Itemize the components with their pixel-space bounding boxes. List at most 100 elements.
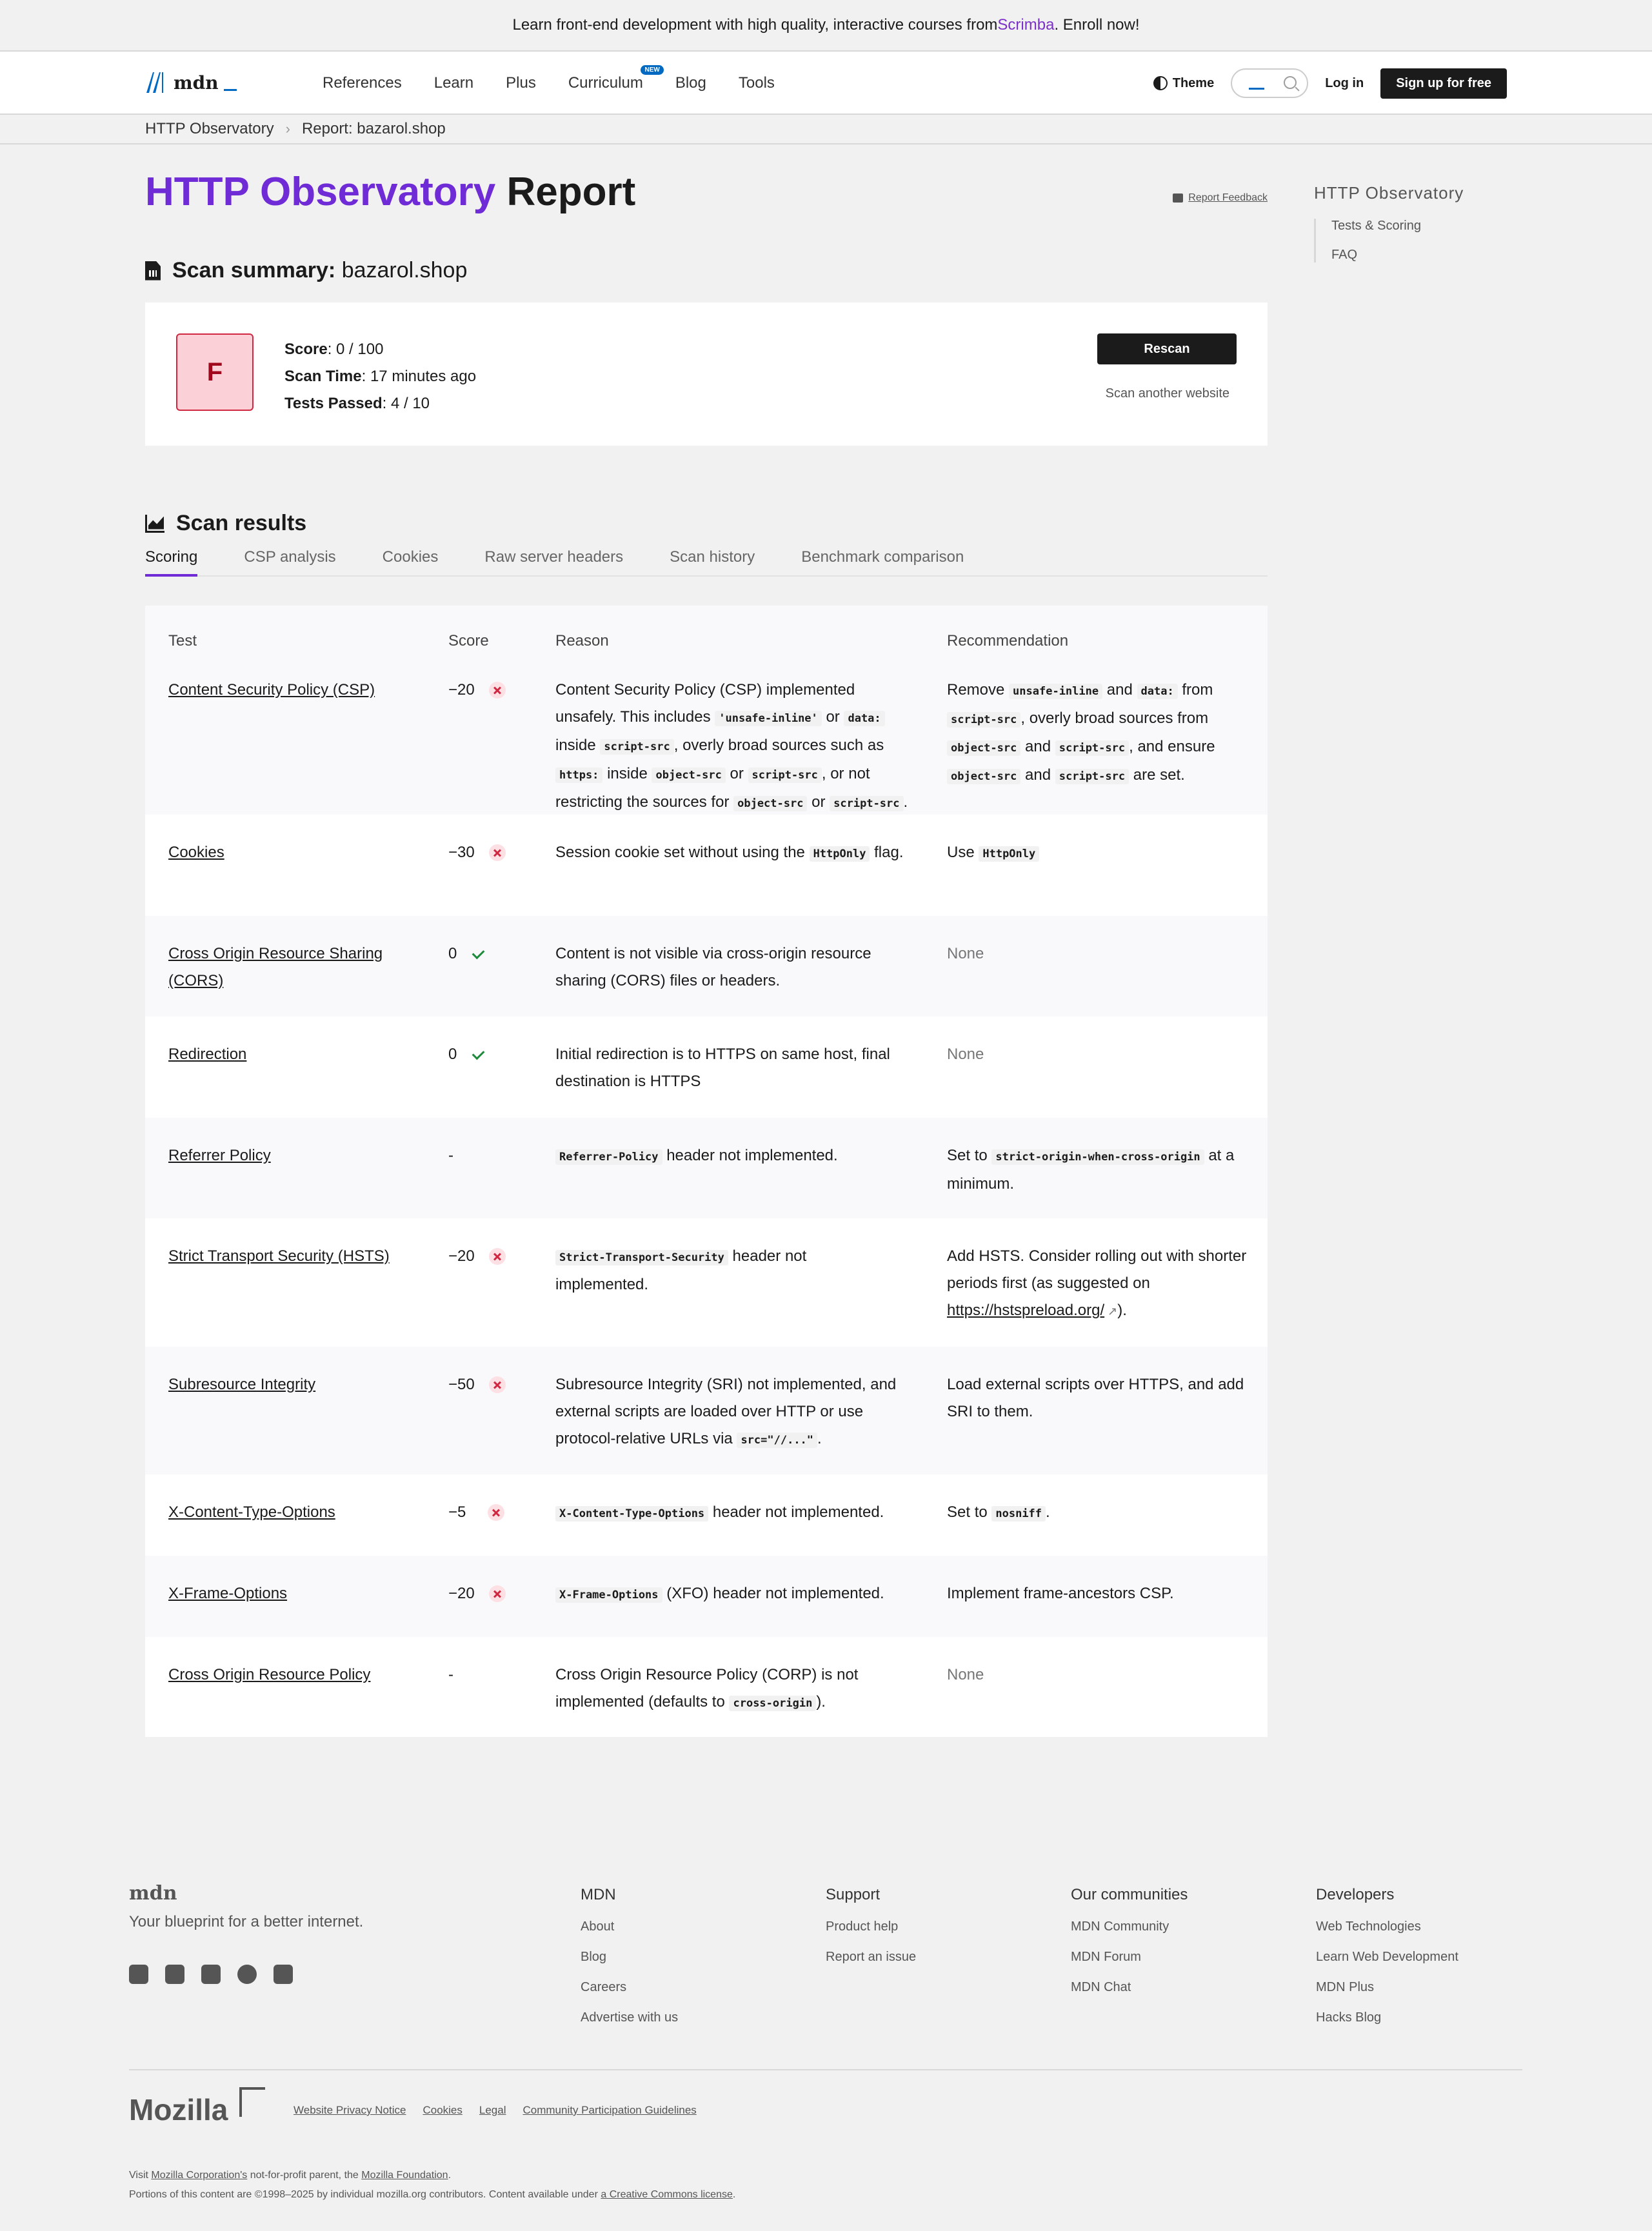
scan-results-heading: Scan results (145, 511, 306, 536)
promo-banner[interactable]: Learn front-end development with high qu… (0, 0, 1652, 52)
theme-button[interactable]: Theme (1153, 76, 1214, 91)
test-link-sri[interactable]: Subresource Integrity (168, 1376, 315, 1393)
score-value: −20 (448, 1585, 475, 1602)
tab-benchmark-comparison[interactable]: Benchmark comparison (801, 548, 964, 577)
menu-curriculum[interactable]: Curriculum NEW (568, 65, 664, 92)
reason-text: , overly broad sources such as (673, 737, 884, 754)
test-link-cookies[interactable]: Cookies (168, 844, 224, 861)
menu-plus[interactable]: Plus (506, 74, 536, 92)
mastodon-icon[interactable] (165, 1965, 184, 1984)
breadcrumb-observatory[interactable]: HTTP Observatory (145, 120, 274, 138)
x-icon[interactable] (201, 1965, 221, 1984)
recommendation-cell: Add HSTS. Consider rolling out with shor… (947, 1243, 1250, 1325)
test-link-x-content-type-options[interactable]: X-Content-Type-Options (168, 1503, 335, 1521)
score-value: 0 (448, 1046, 457, 1063)
banner-brand-link[interactable]: Scrimba (997, 16, 1054, 34)
footer-link[interactable]: Careers (581, 1980, 678, 1995)
footer-link[interactable]: MDN Chat (1071, 1980, 1188, 1995)
legal-link-privacy[interactable]: Website Privacy Notice (294, 2104, 406, 2117)
feedback-icon (1173, 193, 1184, 203)
mdn-logo[interactable]: mdn (145, 71, 237, 94)
legal-link-cookies[interactable]: Cookies (423, 2104, 462, 2117)
tab-scan-history[interactable]: Scan history (670, 548, 755, 577)
logo-text: mdn (174, 72, 219, 94)
test-link-corp[interactable]: Cross Origin Resource Policy (168, 1666, 370, 1683)
menu-references[interactable]: References (323, 74, 402, 92)
footer: mdn Your blueprint for a better internet… (0, 1851, 1652, 2231)
legal-link-guidelines[interactable]: Community Participation Guidelines (523, 2104, 697, 2117)
footer-link[interactable]: MDN Forum (1071, 1950, 1188, 1965)
footer-logo[interactable]: mdn (129, 1882, 177, 1905)
reason-text: header not implemented. (708, 1503, 884, 1521)
login-link[interactable]: Log in (1325, 76, 1364, 91)
footer-link[interactable]: Hacks Blog (1316, 2010, 1458, 2025)
tab-csp-analysis[interactable]: CSP analysis (244, 548, 335, 577)
footer-link[interactable]: Product help (826, 1919, 916, 1934)
rec-text: and (1102, 681, 1137, 699)
footer-link[interactable]: Web Technologies (1316, 1919, 1458, 1934)
code-snippet: object-src (733, 796, 808, 811)
test-link-referrer-policy[interactable]: Referrer Policy (168, 1147, 271, 1164)
menu-blog[interactable]: Blog (675, 74, 706, 92)
footer-link[interactable]: Advertise with us (581, 2010, 678, 2025)
reason-cell: X-Content-Type-Options header not implem… (555, 1499, 917, 1527)
sidebar-title[interactable]: HTTP Observatory (1314, 183, 1464, 203)
github-icon[interactable] (237, 1965, 257, 1984)
menu-tools[interactable]: Tools (739, 74, 775, 92)
legal-link-legal[interactable]: Legal (479, 2104, 506, 2117)
footer-link[interactable]: MDN Community (1071, 1919, 1188, 1934)
hstspreload-link[interactable]: https://hstspreload.org/ (947, 1302, 1104, 1319)
footer-link[interactable]: About (581, 1919, 678, 1934)
creative-commons-link[interactable]: a Creative Commons license (601, 2189, 733, 2200)
banner-suffix: . Enroll now! (1054, 16, 1140, 34)
footer-col-communities: Our communities MDN Community MDN Forum … (1071, 1886, 1188, 2010)
test-link-hsts[interactable]: Strict Transport Security (HSTS) (168, 1247, 390, 1265)
mozilla-corporation-link[interactable]: Mozilla Corporation's (151, 2170, 247, 2181)
footer-link[interactable]: MDN Plus (1316, 1980, 1458, 1995)
test-link-csp[interactable]: Content Security Policy (CSP) (168, 681, 375, 699)
tab-cookies[interactable]: Cookies (383, 548, 439, 577)
fine-text: Visit (129, 2170, 152, 2181)
search-input[interactable] (1231, 68, 1309, 98)
test-link-x-frame-options[interactable]: X-Frame-Options (168, 1585, 287, 1602)
code-snippet: script-src (1055, 740, 1130, 756)
test-link-cors[interactable]: Cross Origin Resource Sharing (CORS) (168, 945, 383, 989)
tab-raw-server-headers[interactable]: Raw server headers (484, 548, 623, 577)
theme-icon (1153, 76, 1168, 90)
table-row: Cookies −30 Session cookie set without u… (145, 815, 1268, 916)
code-snippet: data: (844, 711, 885, 726)
rec-text: ). (1117, 1302, 1127, 1319)
menu-learn[interactable]: Learn (434, 74, 473, 92)
footer-link[interactable]: Blog (581, 1950, 678, 1965)
report-document-icon (145, 261, 161, 281)
tab-scoring[interactable]: Scoring (145, 548, 198, 577)
recommendation-cell: None (947, 1046, 984, 1063)
grade-badge: F (176, 333, 254, 411)
fine-text: . (448, 2170, 452, 2181)
rescan-button[interactable]: Rescan (1097, 333, 1237, 364)
test-link-redirection[interactable]: Redirection (168, 1046, 246, 1063)
external-link-icon: ↗ (1104, 1305, 1118, 1318)
recommendation-cell: Remove unsafe-inline and data: from scri… (947, 677, 1250, 790)
main-menu: References Learn Plus Curriculum NEW Blog… (323, 52, 807, 115)
bluesky-icon[interactable] (129, 1965, 148, 1984)
sidebar-item-faq[interactable]: FAQ (1331, 248, 1464, 263)
rss-icon[interactable] (274, 1965, 293, 1984)
sidebar-list: Tests & Scoring FAQ (1314, 219, 1464, 263)
breadcrumb-report[interactable]: Report: bazarol.shop (302, 120, 446, 138)
test-cell: Cross Origin Resource Policy (168, 1661, 426, 1689)
reason-text: or (807, 793, 830, 811)
scan-another-link[interactable]: Scan another website (1106, 386, 1229, 401)
sidebar-item-tests-scoring[interactable]: Tests & Scoring (1331, 219, 1464, 233)
report-feedback-link[interactable]: Report Feedback (1173, 192, 1268, 204)
test-cell: Cookies (168, 839, 426, 866)
footer-link[interactable]: Report an issue (826, 1950, 916, 1965)
mozilla-foundation-link[interactable]: Mozilla Foundation (361, 2170, 448, 2181)
signup-button[interactable]: Sign up for free (1380, 68, 1507, 99)
rec-text: , and ensure (1129, 738, 1215, 755)
mozilla-logo[interactable]: Mozilla (129, 2087, 266, 2127)
test-cell: Strict Transport Security (HSTS) (168, 1243, 413, 1270)
footer-link[interactable]: Learn Web Development (1316, 1950, 1458, 1965)
reason-cell: Session cookie set without using the Htt… (555, 839, 917, 868)
code-snippet: script-src (830, 796, 904, 811)
